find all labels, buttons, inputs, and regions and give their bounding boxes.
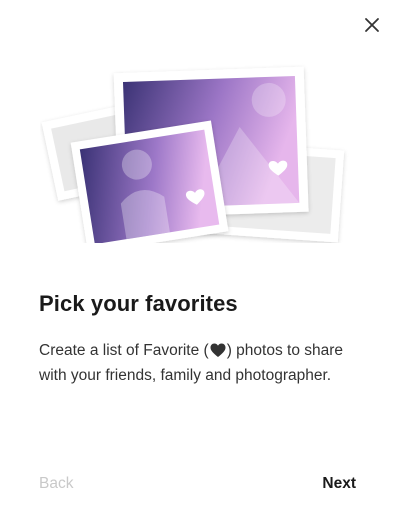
photo-stack-illustration <box>41 66 345 243</box>
description-part-1: Create a list of Favorite ( <box>39 342 209 359</box>
description-text: Create a list of Favorite () photos to s… <box>39 338 359 388</box>
next-button[interactable]: Next <box>322 475 356 493</box>
close-button[interactable] <box>360 13 384 37</box>
heart-icon <box>210 343 226 357</box>
back-button[interactable]: Back <box>39 475 73 493</box>
onboarding-dialog: Pick your favorites Create a list of Fav… <box>0 0 400 522</box>
close-icon <box>365 18 379 32</box>
page-title: Pick your favorites <box>39 291 238 316</box>
